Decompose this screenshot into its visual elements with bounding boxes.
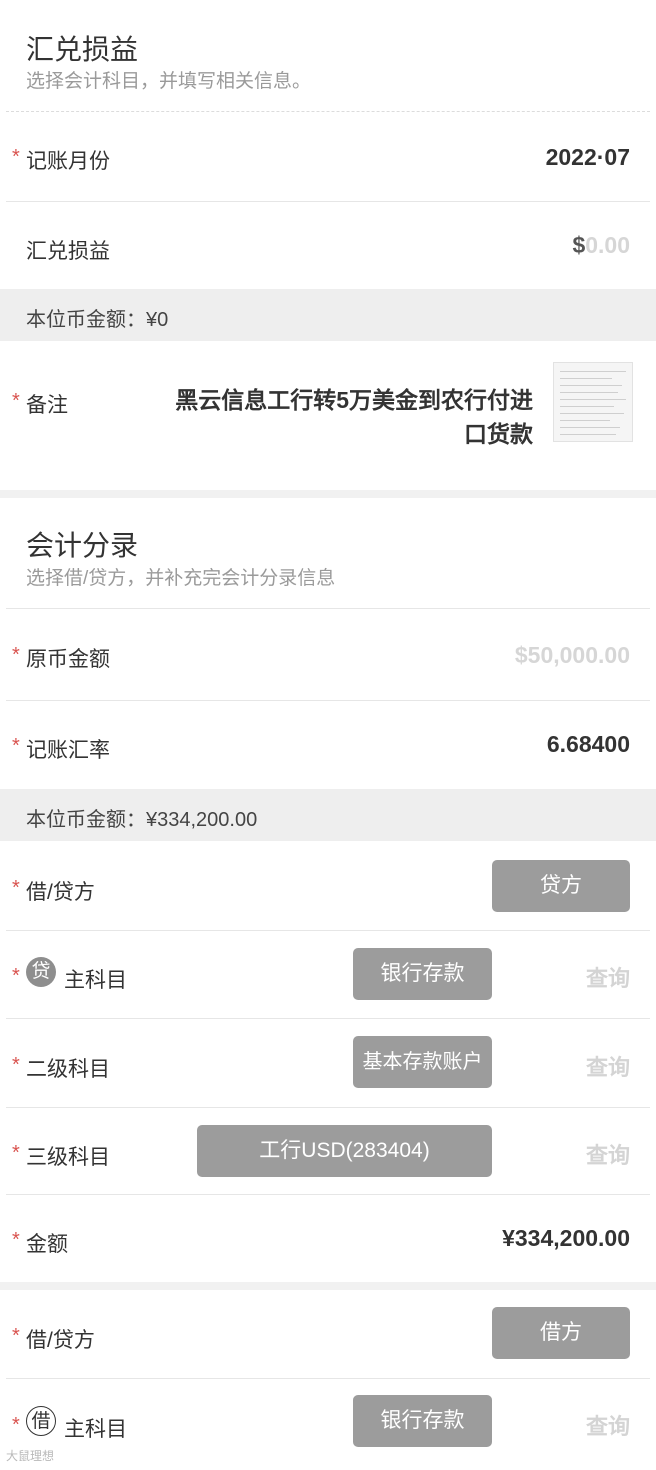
month-value[interactable]: 2022·07 — [546, 144, 630, 171]
fx-label: 汇兑损益 — [26, 240, 110, 263]
required-star: * — [12, 1414, 20, 1436]
local-amount-text: 本位币金额：¥0 — [26, 309, 169, 331]
main-subject-label: 主科目 — [64, 1418, 127, 1441]
required-star: * — [12, 1325, 20, 1347]
required-star: * — [12, 1054, 20, 1076]
side-row: * 借/贷方 借方 — [0, 1290, 656, 1378]
side-label: 借/贷方 — [26, 1329, 95, 1352]
journal-card: 会计分录 选择借/贷方，并补充完会计分录信息 * 原币金额 $50,000.00… — [0, 498, 656, 1282]
query-button[interactable]: 查询 — [586, 1409, 630, 1441]
rate-row[interactable]: * 记账汇率 6.68400 — [0, 701, 656, 789]
required-star: * — [12, 877, 20, 899]
rate-value[interactable]: 6.68400 — [547, 731, 630, 758]
amount-label: 金额 — [26, 1233, 68, 1256]
required-star: * — [12, 735, 20, 757]
local-amount-band: 本位币金额：¥334,200.00 — [0, 789, 656, 841]
currency-symbol: $ — [572, 232, 586, 258]
attachment-thumbnail[interactable] — [553, 362, 633, 442]
amount-value[interactable]: ¥334,200.00 — [502, 1225, 630, 1252]
note-label: 备注 — [26, 394, 68, 417]
main-subject-button[interactable]: 银行存款 — [353, 948, 492, 1000]
section-title: 会计分录 — [26, 530, 139, 561]
fx-row[interactable]: 汇兑损益 $0.00 — [0, 202, 656, 289]
sub2-subject-button[interactable]: 基本存款账户 — [353, 1036, 492, 1088]
side-label: 借/贷方 — [26, 881, 95, 904]
debit-badge-icon: 借 — [26, 1406, 56, 1436]
section-subtitle: 选择会计科目，并填写相关信息。 — [26, 71, 312, 92]
main-subject-row: * 借 主科目 银行存款 查询 — [0, 1379, 656, 1470]
exchange-card: 汇兑损益 选择会计科目，并填写相关信息。 * 记账月份 2022·07 汇兑损益… — [0, 0, 656, 490]
main-subject-row: * 贷 主科目 银行存款 查询 — [0, 931, 656, 1018]
required-star: * — [12, 644, 20, 666]
credit-badge-icon: 贷 — [26, 957, 56, 987]
fx-placeholder: 0.00 — [585, 232, 630, 258]
month-row[interactable]: * 记账月份 2022·07 — [0, 112, 656, 201]
month-label: 记账月份 — [26, 150, 110, 173]
orig-amount-row[interactable]: * 原币金额 $50,000.00 — [0, 609, 656, 700]
watermark: 大鼠理想 — [6, 1449, 55, 1463]
query-button[interactable]: 查询 — [586, 1050, 630, 1082]
sub3-subject-row: * 三级科目 工行USD(283404) 查询 — [0, 1108, 656, 1194]
required-star: * — [12, 146, 20, 168]
required-star: * — [12, 1229, 20, 1251]
orig-amount-label: 原币金额 — [26, 648, 110, 671]
sub3-label: 三级科目 — [26, 1146, 110, 1169]
orig-amount-input[interactable]: $50,000.00 — [515, 642, 630, 669]
required-star: * — [12, 390, 20, 412]
main-subject-button[interactable]: 银行存款 — [353, 1395, 492, 1447]
side-button-debit[interactable]: 借方 — [492, 1307, 630, 1359]
sub3-subject-button[interactable]: 工行USD(283404) — [197, 1125, 492, 1177]
journal-entry-2-card: * 借/贷方 借方 * 借 主科目 银行存款 查询 — [0, 1290, 656, 1470]
query-button[interactable]: 查询 — [586, 1138, 630, 1170]
required-star: * — [12, 1142, 20, 1164]
sub2-label: 二级科目 — [26, 1058, 110, 1081]
section-subtitle: 选择借/贷方，并补充完会计分录信息 — [26, 568, 336, 589]
main-subject-label: 主科目 — [64, 969, 127, 992]
section-title: 汇兑损益 — [26, 34, 139, 65]
sub2-subject-row: * 二级科目 基本存款账户 查询 — [0, 1019, 656, 1107]
side-button-credit[interactable]: 贷方 — [492, 860, 630, 912]
local-amount-band: 本位币金额：¥0 — [0, 289, 656, 341]
amount-row[interactable]: * 金额 ¥334,200.00 — [0, 1195, 656, 1282]
fx-input[interactable]: $0.00 — [572, 232, 630, 259]
rate-label: 记账汇率 — [26, 739, 110, 762]
note-value[interactable]: 黑云信息工行转5万美金到农行付进口货款 — [173, 383, 533, 451]
local-amount-text: 本位币金额：¥334,200.00 — [26, 809, 258, 831]
query-button[interactable]: 查询 — [586, 961, 630, 993]
required-star: * — [12, 965, 20, 987]
side-row: * 借/贷方 贷方 — [0, 841, 656, 930]
